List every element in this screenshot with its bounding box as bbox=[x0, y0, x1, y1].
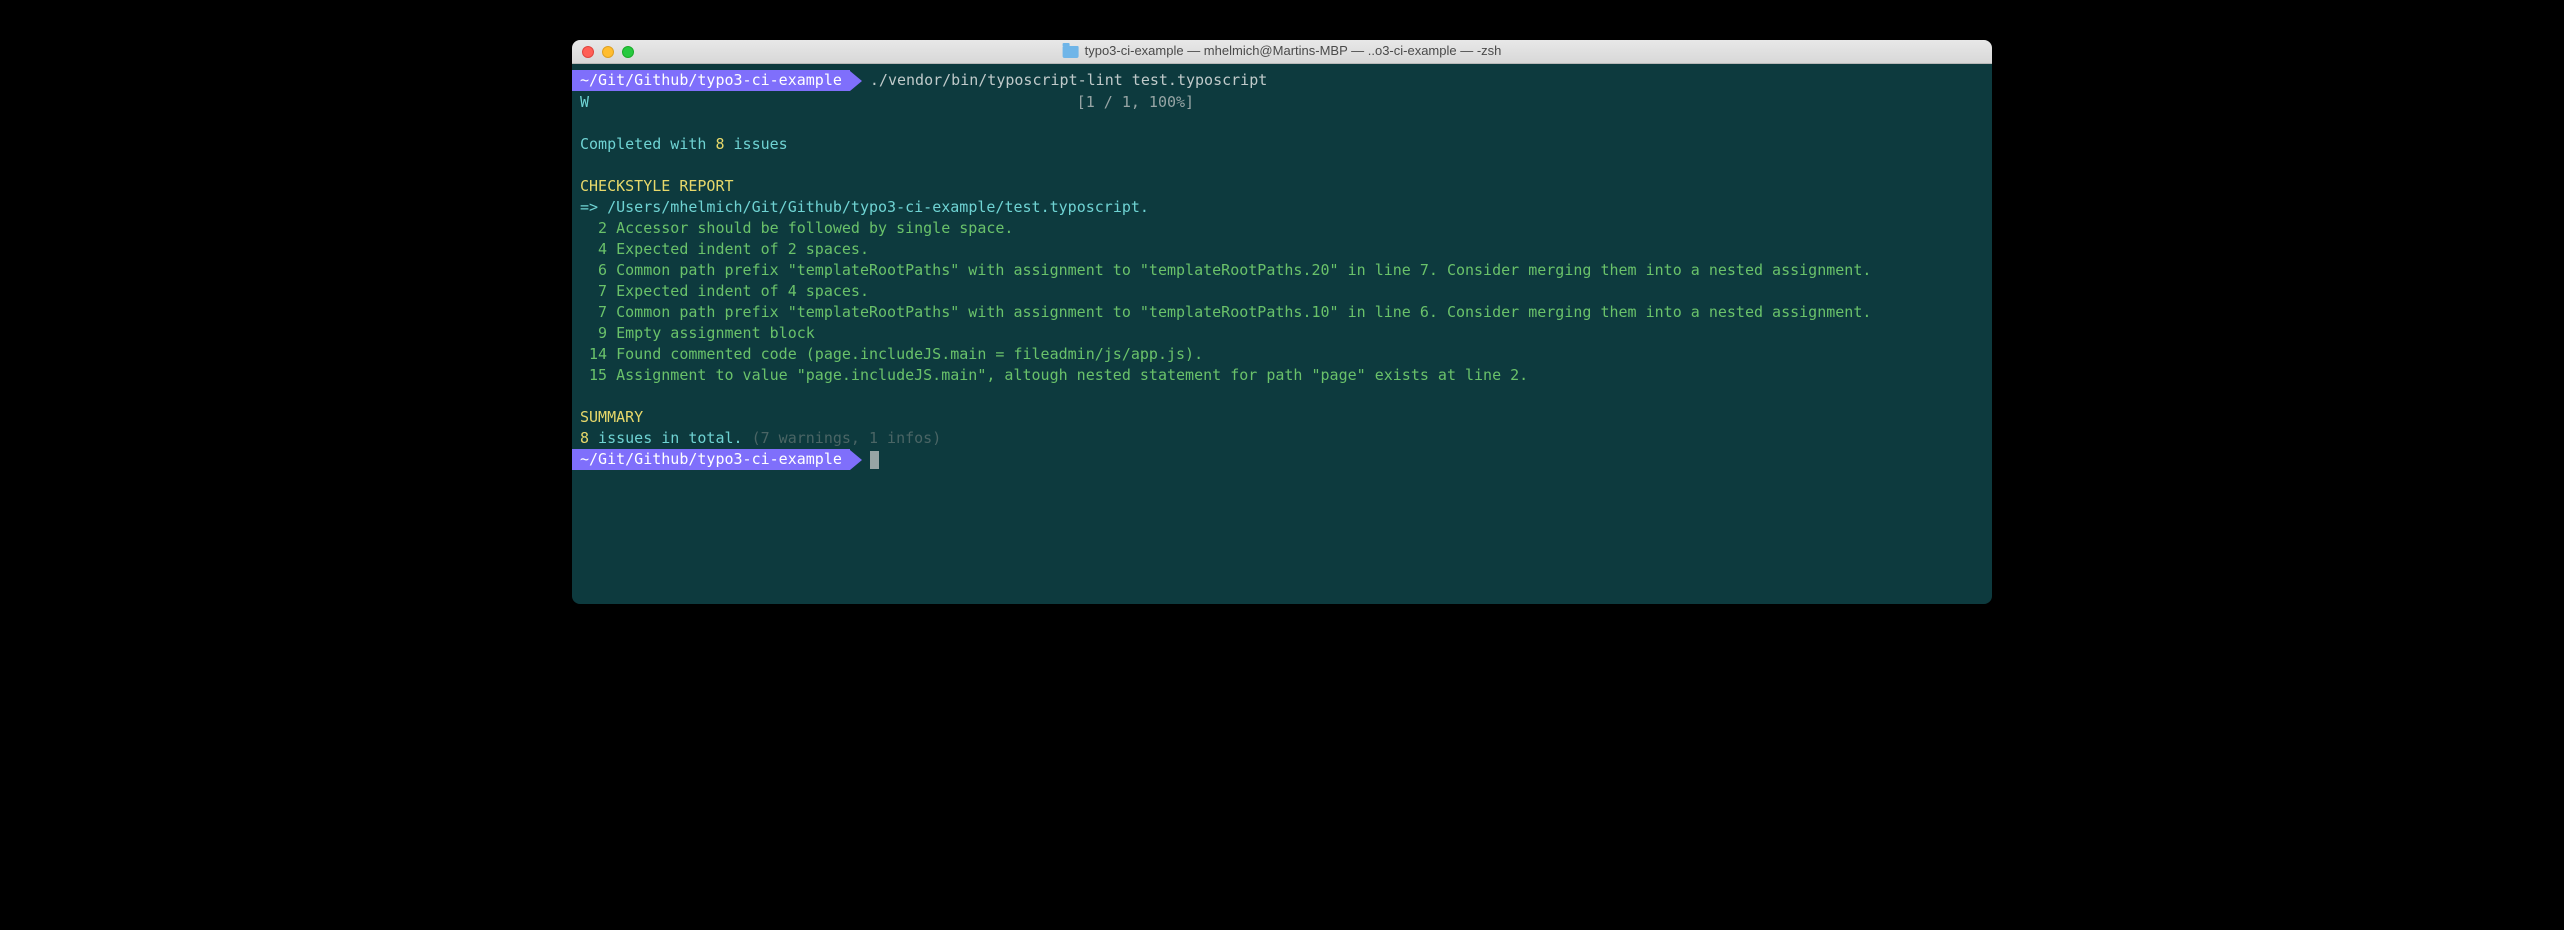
issue-line-number: 15 bbox=[580, 365, 607, 386]
progress-info: [1 / 1, 100%] bbox=[1077, 92, 1194, 113]
issue-message: Expected indent of 4 spaces. bbox=[607, 282, 869, 300]
maximize-icon[interactable] bbox=[622, 46, 634, 58]
issue-message: Common path prefix "templateRootPaths" w… bbox=[607, 303, 1871, 321]
issue-row: 14 Found commented code (page.includeJS.… bbox=[572, 344, 1992, 365]
cursor-icon bbox=[870, 451, 879, 469]
issue-message: Assignment to value "page.includeJS.main… bbox=[607, 366, 1528, 384]
progress-marker: W bbox=[580, 92, 589, 113]
issue-line-number: 9 bbox=[580, 323, 607, 344]
issue-row: 2 Accessor should be followed by single … bbox=[572, 218, 1992, 239]
completed-line: Completed with 8 issues bbox=[572, 134, 1992, 155]
terminal-window: typo3-ci-example — mhelmich@Martins-MBP … bbox=[572, 40, 1992, 604]
traffic-lights bbox=[582, 46, 634, 58]
issue-message: Empty assignment block bbox=[607, 324, 815, 342]
issue-line-number: 4 bbox=[580, 239, 607, 260]
prompt-path: ~/Git/Github/typo3-ci-example bbox=[572, 70, 850, 91]
issue-message: Accessor should be followed by single sp… bbox=[607, 219, 1013, 237]
prompt-path: ~/Git/Github/typo3-ci-example bbox=[572, 449, 850, 470]
prompt-line-2: ~/Git/Github/typo3-ci-example bbox=[572, 449, 1992, 470]
issue-row: 7 Common path prefix "templateRootPaths"… bbox=[572, 302, 1992, 323]
prompt-arrow-icon bbox=[850, 71, 862, 91]
issues-list: 2 Accessor should be followed by single … bbox=[572, 218, 1992, 386]
terminal-body[interactable]: ~/Git/Github/typo3-ci-example ./vendor/b… bbox=[572, 64, 1992, 604]
issue-line-number: 6 bbox=[580, 260, 607, 281]
summary-header: SUMMARY bbox=[572, 407, 1992, 428]
issue-row: 7 Expected indent of 4 spaces. bbox=[572, 281, 1992, 302]
issue-line-number: 7 bbox=[580, 281, 607, 302]
issue-row: 15 Assignment to value "page.includeJS.m… bbox=[572, 365, 1992, 386]
window-title-text: typo3-ci-example — mhelmich@Martins-MBP … bbox=[1085, 42, 1502, 60]
checkstyle-file: => /Users/mhelmich/Git/Github/typo3-ci-e… bbox=[572, 197, 1992, 218]
issue-row: 9 Empty assignment block bbox=[572, 323, 1992, 344]
issue-message: Common path prefix "templateRootPaths" w… bbox=[607, 261, 1871, 279]
progress-line: W [1 / 1, 100%] bbox=[572, 92, 1992, 113]
issue-line-number: 7 bbox=[580, 302, 607, 323]
command-text: ./vendor/bin/typoscript-lint test.typosc… bbox=[862, 70, 1267, 91]
summary-line: 8 issues in total. (7 warnings, 1 infos) bbox=[572, 428, 1992, 449]
checkstyle-header: CHECKSTYLE REPORT bbox=[572, 176, 1992, 197]
close-icon[interactable] bbox=[582, 46, 594, 58]
issue-line-number: 14 bbox=[580, 344, 607, 365]
window-titlebar[interactable]: typo3-ci-example — mhelmich@Martins-MBP … bbox=[572, 40, 1992, 64]
minimize-icon[interactable] bbox=[602, 46, 614, 58]
folder-icon bbox=[1063, 46, 1079, 58]
prompt-arrow-icon bbox=[850, 450, 862, 470]
window-title: typo3-ci-example — mhelmich@Martins-MBP … bbox=[1063, 42, 1502, 60]
issue-row: 4 Expected indent of 2 spaces. bbox=[572, 239, 1992, 260]
issue-message: Expected indent of 2 spaces. bbox=[607, 240, 869, 258]
issue-message: Found commented code (page.includeJS.mai… bbox=[607, 345, 1203, 363]
issue-row: 6 Common path prefix "templateRootPaths"… bbox=[572, 260, 1992, 281]
issue-line-number: 2 bbox=[580, 218, 607, 239]
prompt-line-1: ~/Git/Github/typo3-ci-example ./vendor/b… bbox=[572, 70, 1992, 91]
